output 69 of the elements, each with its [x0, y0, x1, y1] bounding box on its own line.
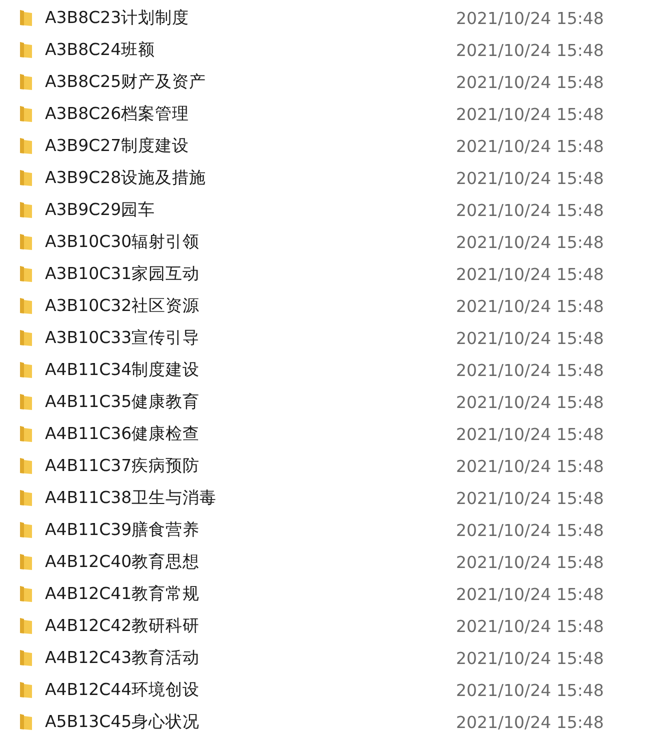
folder-name[interactable]: A3B10C31家园互动	[45, 263, 456, 285]
modified-date: 2021/10/24 15:48	[456, 616, 604, 636]
folder-name[interactable]: A3B8C23计划制度	[45, 7, 456, 29]
folder-icon	[19, 297, 33, 315]
folder-icon	[19, 169, 33, 187]
folder-icon	[19, 361, 33, 379]
folder-name[interactable]: A3B8C24班额	[45, 39, 456, 61]
modified-date: 2021/10/24 15:48	[456, 552, 604, 572]
modified-date: 2021/10/24 15:48	[456, 392, 604, 412]
folder-icon	[19, 553, 33, 571]
modified-date: 2021/10/24 15:48	[456, 40, 604, 60]
folder-icon	[19, 681, 33, 699]
folder-icon	[19, 329, 33, 347]
folder-name[interactable]: A3B9C29园车	[45, 199, 456, 221]
folder-icon	[19, 457, 33, 475]
folder-name[interactable]: A4B11C39膳食营养	[45, 519, 456, 541]
folder-name[interactable]: A4B11C35健康教育	[45, 391, 456, 413]
folder-icon	[19, 585, 33, 603]
folder-icon	[19, 713, 33, 731]
folder-icon	[19, 617, 33, 635]
folder-name[interactable]: A3B8C25财产及资产	[45, 71, 456, 93]
folder-name[interactable]: A4B12C41教育常规	[45, 583, 456, 605]
modified-date: 2021/10/24 15:48	[456, 8, 604, 28]
modified-date: 2021/10/24 15:48	[456, 360, 604, 380]
folder-name[interactable]: A3B10C32社区资源	[45, 295, 456, 317]
modified-date: 2021/10/24 15:48	[456, 648, 604, 668]
folder-name[interactable]: A5B13C45身心状况	[45, 711, 456, 733]
folder-icon	[19, 137, 33, 155]
folder-name[interactable]: A3B10C33宣传引导	[45, 327, 456, 349]
modified-date: 2021/10/24 15:48	[456, 72, 604, 92]
folder-icon	[19, 393, 33, 411]
modified-date: 2021/10/24 15:48	[456, 680, 604, 700]
modified-date: 2021/10/24 15:48	[456, 104, 604, 124]
folder-icon	[19, 233, 33, 251]
folder-name[interactable]: A3B10C30辐射引领	[45, 231, 456, 253]
folder-name[interactable]: A3B8C26档案管理	[45, 103, 456, 125]
modified-date: 2021/10/24 15:48	[456, 488, 604, 508]
folder-icon	[19, 41, 33, 59]
modified-date: 2021/10/24 15:48	[456, 232, 604, 252]
folder-icon	[19, 201, 33, 219]
modified-date: 2021/10/24 15:48	[456, 264, 604, 284]
folder-icon	[19, 265, 33, 283]
modified-date: 2021/10/24 15:48	[456, 712, 604, 732]
modified-date: 2021/10/24 15:48	[456, 136, 604, 156]
folder-icon	[19, 105, 33, 123]
folder-name[interactable]: A4B12C44环境创设	[45, 679, 456, 701]
folder-icon	[19, 489, 33, 507]
folder-icon	[19, 73, 33, 91]
folder-name[interactable]: A4B11C36健康检查	[45, 423, 456, 445]
modified-date: 2021/10/24 15:48	[456, 328, 604, 348]
folder-name[interactable]: A3B9C27制度建设	[45, 135, 456, 157]
folder-icon	[19, 649, 33, 667]
folder-name[interactable]: A3B9C28设施及措施	[45, 167, 456, 189]
modified-date: 2021/10/24 15:48	[456, 296, 604, 316]
folder-name[interactable]: A4B11C38卫生与消毒	[45, 487, 456, 509]
folder-name[interactable]: A4B11C37疾病预防	[45, 455, 456, 477]
folder-name[interactable]: A4B12C40教育思想	[45, 551, 456, 573]
folder-icon	[19, 425, 33, 443]
modified-date: 2021/10/24 15:48	[456, 520, 604, 540]
folder-name[interactable]: A4B12C42教研科研	[45, 615, 456, 637]
modified-date: 2021/10/24 15:48	[456, 424, 604, 444]
folder-name[interactable]: A4B12C43教育活动	[45, 647, 456, 669]
modified-date: 2021/10/24 15:48	[456, 456, 604, 476]
modified-date: 2021/10/24 15:48	[456, 168, 604, 188]
folder-icon	[19, 521, 33, 539]
modified-date: 2021/10/24 15:48	[456, 200, 604, 220]
folder-icon	[19, 9, 33, 27]
modified-date: 2021/10/24 15:48	[456, 584, 604, 604]
folder-name[interactable]: A4B11C34制度建设	[45, 359, 456, 381]
